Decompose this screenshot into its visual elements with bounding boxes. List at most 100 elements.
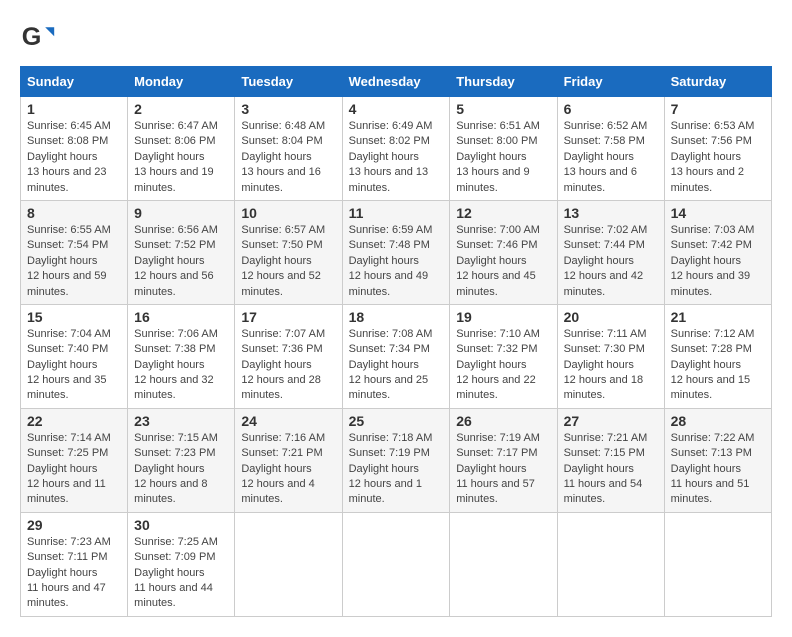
calendar-cell: 2 Sunrise: 6:47 AMSunset: 8:06 PMDaylight… [128,97,235,201]
calendar-cell: 3 Sunrise: 6:48 AMSunset: 8:04 PMDaylight… [235,97,342,201]
day-detail: Sunrise: 7:19 AMSunset: 7:17 PMDaylight … [456,432,540,506]
day-detail: Sunrise: 6:56 AMSunset: 7:52 PMDaylight … [134,224,218,298]
week-row-4: 22 Sunrise: 7:14 AMSunset: 7:25 PMDayligh… [21,408,772,512]
day-detail: Sunrise: 7:25 AMSunset: 7:09 PMDaylight … [134,536,218,610]
calendar-cell: 10 Sunrise: 6:57 AMSunset: 7:50 PMDayligh… [235,200,342,304]
calendar-cell: 13 Sunrise: 7:02 AMSunset: 7:44 PMDayligh… [557,200,664,304]
calendar-cell: 30 Sunrise: 7:25 AMSunset: 7:09 PMDayligh… [128,512,235,616]
day-number: 4 [349,101,444,117]
day-number: 26 [456,413,550,429]
header-wednesday: Wednesday [342,67,450,97]
day-detail: Sunrise: 6:52 AMSunset: 7:58 PMDaylight … [564,120,648,194]
day-detail: Sunrise: 6:45 AMSunset: 8:08 PMDaylight … [27,120,111,194]
calendar-cell: 27Sunrise: 7:21 AMSunset: 7:15 PMDayligh… [557,408,664,512]
day-number: 12 [456,205,550,221]
header-thursday: Thursday [450,67,557,97]
day-detail: Sunrise: 7:00 AMSunset: 7:46 PMDaylight … [456,224,540,298]
day-detail: Sunrise: 6:47 AMSunset: 8:06 PMDaylight … [134,120,218,194]
day-number: 16 [134,309,228,325]
day-number: 29 [27,517,121,533]
calendar-cell: 23 Sunrise: 7:15 AMSunset: 7:23 PMDayligh… [128,408,235,512]
calendar-cell: 26 Sunrise: 7:19 AMSunset: 7:17 PMDayligh… [450,408,557,512]
header-tuesday: Tuesday [235,67,342,97]
calendar-cell: 12 Sunrise: 7:00 AMSunset: 7:46 PMDayligh… [450,200,557,304]
calendar-cell: 1 Sunrise: 6:45 AMSunset: 8:08 PMDaylight… [21,97,128,201]
calendar-header: SundayMondayTuesdayWednesdayThursdayFrid… [21,67,772,97]
calendar-cell: 17Sunrise: 7:07 AMSunset: 7:36 PMDayligh… [235,304,342,408]
day-number: 11 [349,205,444,221]
day-detail: Sunrise: 6:51 AMSunset: 8:00 PMDaylight … [456,120,540,194]
day-detail: Sunrise: 7:10 AMSunset: 7:32 PMDaylight … [456,328,540,402]
day-detail: Sunrise: 6:55 AMSunset: 7:54 PMDaylight … [27,224,111,298]
day-detail: Sunrise: 7:14 AMSunset: 7:25 PMDaylight … [27,432,111,506]
calendar-cell: 19 Sunrise: 7:10 AMSunset: 7:32 PMDayligh… [450,304,557,408]
calendar-cell: 8Sunrise: 6:55 AMSunset: 7:54 PMDaylight… [21,200,128,304]
day-number: 5 [456,101,550,117]
calendar-cell: 21Sunrise: 7:12 AMSunset: 7:28 PMDayligh… [664,304,771,408]
day-detail: Sunrise: 7:02 AMSunset: 7:44 PMDaylight … [564,224,648,298]
header-row: SundayMondayTuesdayWednesdayThursdayFrid… [21,67,772,97]
calendar-cell: 24 Sunrise: 7:16 AMSunset: 7:21 PMDayligh… [235,408,342,512]
calendar-cell [664,512,771,616]
day-detail: Sunrise: 7:04 AMSunset: 7:40 PMDaylight … [27,328,111,402]
calendar-body: 1 Sunrise: 6:45 AMSunset: 8:08 PMDaylight… [21,97,772,617]
calendar-cell: 25 Sunrise: 7:18 AMSunset: 7:19 PMDayligh… [342,408,450,512]
calendar-cell: 18 Sunrise: 7:08 AMSunset: 7:34 PMDayligh… [342,304,450,408]
day-number: 13 [564,205,658,221]
day-number: 21 [671,309,765,325]
day-detail: Sunrise: 7:22 AMSunset: 7:13 PMDaylight … [671,432,755,506]
calendar-cell: 9 Sunrise: 6:56 AMSunset: 7:52 PMDaylight… [128,200,235,304]
calendar-cell: 16 Sunrise: 7:06 AMSunset: 7:38 PMDayligh… [128,304,235,408]
week-row-1: 1 Sunrise: 6:45 AMSunset: 8:08 PMDaylight… [21,97,772,201]
day-number: 24 [241,413,335,429]
calendar-cell: 7 Sunrise: 6:53 AMSunset: 7:56 PMDaylight… [664,97,771,201]
calendar-cell: 4 Sunrise: 6:49 AMSunset: 8:02 PMDaylight… [342,97,450,201]
calendar-cell [450,512,557,616]
day-detail: Sunrise: 7:15 AMSunset: 7:23 PMDaylight … [134,432,218,506]
header-friday: Friday [557,67,664,97]
day-detail: Sunrise: 6:48 AMSunset: 8:04 PMDaylight … [241,120,325,194]
day-number: 2 [134,101,228,117]
day-detail: Sunrise: 7:16 AMSunset: 7:21 PMDaylight … [241,432,325,506]
day-number: 27 [564,413,658,429]
day-number: 3 [241,101,335,117]
header-monday: Monday [128,67,235,97]
day-number: 23 [134,413,228,429]
calendar-cell: 15 Sunrise: 7:04 AMSunset: 7:40 PMDayligh… [21,304,128,408]
calendar-cell: 28 Sunrise: 7:22 AMSunset: 7:13 PMDayligh… [664,408,771,512]
day-detail: Sunrise: 7:06 AMSunset: 7:38 PMDaylight … [134,328,218,402]
calendar-table: SundayMondayTuesdayWednesdayThursdayFrid… [20,66,772,617]
day-number: 25 [349,413,444,429]
logo: G [20,20,62,56]
day-number: 28 [671,413,765,429]
calendar-cell [557,512,664,616]
day-detail: Sunrise: 7:08 AMSunset: 7:34 PMDaylight … [349,328,433,402]
day-detail: Sunrise: 6:49 AMSunset: 8:02 PMDaylight … [349,120,433,194]
day-number: 10 [241,205,335,221]
week-row-2: 8Sunrise: 6:55 AMSunset: 7:54 PMDaylight… [21,200,772,304]
day-detail: Sunrise: 7:11 AMSunset: 7:30 PMDaylight … [564,328,647,402]
calendar-cell: 29 Sunrise: 7:23 AMSunset: 7:11 PMDayligh… [21,512,128,616]
day-number: 20 [564,309,658,325]
page-header: G [20,20,772,56]
day-number: 1 [27,101,121,117]
logo-icon: G [20,20,56,56]
day-detail: Sunrise: 7:18 AMSunset: 7:19 PMDaylight … [349,432,433,506]
day-number: 19 [456,309,550,325]
calendar-cell: 6 Sunrise: 6:52 AMSunset: 7:58 PMDaylight… [557,97,664,201]
day-detail: Sunrise: 7:23 AMSunset: 7:11 PMDaylight … [27,536,111,610]
day-number: 30 [134,517,228,533]
svg-text:G: G [22,23,42,51]
day-detail: Sunrise: 6:53 AMSunset: 7:56 PMDaylight … [671,120,755,194]
day-number: 6 [564,101,658,117]
day-number: 18 [349,309,444,325]
day-number: 9 [134,205,228,221]
day-number: 7 [671,101,765,117]
day-number: 22 [27,413,121,429]
day-detail: Sunrise: 6:57 AMSunset: 7:50 PMDaylight … [241,224,325,298]
day-detail: Sunrise: 7:03 AMSunset: 7:42 PMDaylight … [671,224,755,298]
week-row-3: 15 Sunrise: 7:04 AMSunset: 7:40 PMDayligh… [21,304,772,408]
calendar-cell: 5 Sunrise: 6:51 AMSunset: 8:00 PMDaylight… [450,97,557,201]
calendar-cell [235,512,342,616]
day-number: 15 [27,309,121,325]
